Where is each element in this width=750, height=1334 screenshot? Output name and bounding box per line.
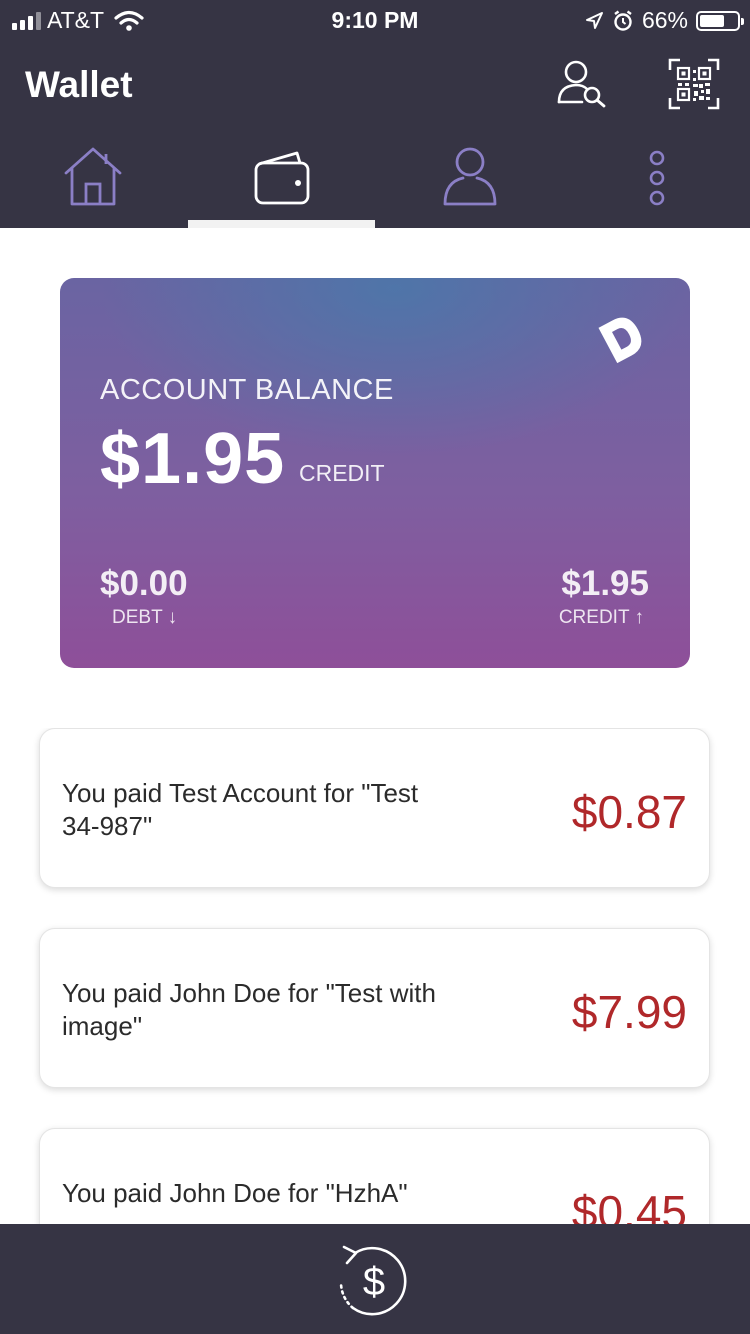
credit-amount: $1.95	[561, 564, 649, 603]
bottom-bar: $	[0, 1224, 750, 1334]
page-title: Wallet	[25, 64, 133, 105]
transaction-history-icon[interactable]: $	[333, 1240, 413, 1320]
svg-text:$: $	[363, 1260, 385, 1304]
profile-icon[interactable]	[443, 146, 497, 206]
balance-type: CREDIT	[299, 460, 385, 486]
credit-label: CREDIT ↑	[558, 607, 644, 628]
active-tab-indicator	[188, 220, 375, 228]
transaction-item[interactable]: You paid John Doe for "Test with image" …	[39, 928, 710, 1088]
app-header: AT&T 9:10 PM 66% Wallet	[0, 0, 750, 228]
transaction-description: You paid John Doe for "Test with image"	[62, 978, 436, 1041]
wallet-icon[interactable]	[253, 150, 311, 206]
debt-amount: $0.00	[100, 564, 188, 603]
battery-percent: 66%	[641, 7, 688, 33]
balance-amount: $1.95	[100, 419, 286, 499]
transaction-item[interactable]: You paid John Doe for "HzhA" $0.45	[39, 1128, 710, 1224]
location-arrow-icon	[585, 11, 603, 29]
status-bar: AT&T 9:10 PM 66%	[0, 0, 750, 40]
home-icon[interactable]	[62, 146, 124, 206]
transaction-list[interactable]: You paid Test Account for "Test 34-987" …	[0, 728, 750, 1224]
transaction-amount: $0.87	[571, 786, 687, 838]
search-user-icon[interactable]	[556, 58, 608, 108]
balance-card: ACCOUNT BALANCE $1.95 CREDIT $0.00 DEBT …	[60, 278, 690, 668]
transaction-item[interactable]: You paid Test Account for "Test 34-987" …	[39, 728, 710, 888]
transaction-amount: $0.45	[571, 1186, 687, 1224]
transaction-description: You paid John Doe for "HzhA"	[62, 1178, 408, 1208]
qr-scan-icon[interactable]	[668, 58, 720, 110]
more-icon[interactable]	[645, 150, 669, 206]
alarm-icon	[614, 10, 632, 31]
balance-label: ACCOUNT BALANCE	[100, 374, 394, 406]
brand-logo	[598, 317, 642, 364]
transaction-amount: $7.99	[571, 986, 687, 1038]
transaction-description: You paid Test Account for "Test 34-987"	[62, 778, 419, 841]
debt-label: DEBT ↓	[112, 607, 178, 628]
battery-icon	[696, 10, 744, 31]
